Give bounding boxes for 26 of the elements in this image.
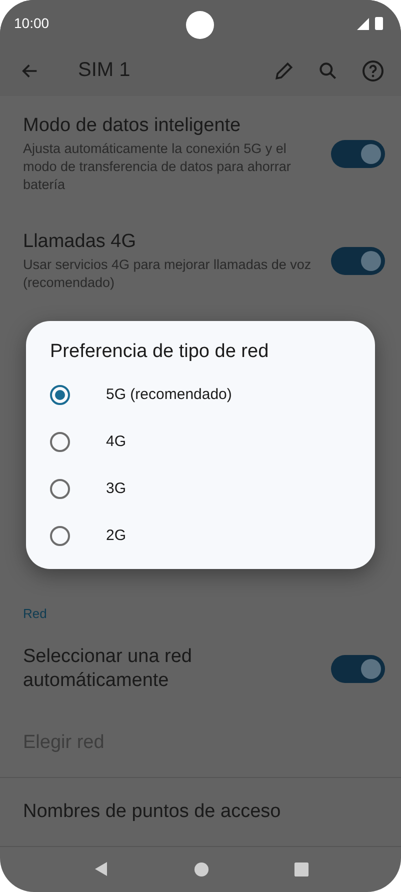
status-time: 10:00: [14, 14, 50, 31]
camera-cutout: [186, 11, 214, 39]
option-label: 5G (recomendado): [106, 386, 232, 403]
radio-option[interactable]: 4G: [26, 418, 375, 465]
dialog-title: Preferencia de tipo de red: [49, 341, 270, 364]
radio-button[interactable]: [50, 526, 70, 546]
radio-option[interactable]: 3G: [26, 465, 375, 512]
app-bar-title: SIM 1: [78, 59, 132, 82]
radio-button[interactable]: [50, 384, 70, 404]
setting-title: Nombres de puntos de acceso: [23, 800, 282, 824]
option-label: 2G: [106, 527, 126, 544]
toggle-switch[interactable]: [331, 140, 385, 168]
toggle-switch[interactable]: [331, 654, 385, 683]
setting-title: Modo de datos inteligente: [23, 114, 242, 138]
radio-option[interactable]: 2G: [26, 512, 375, 559]
setting-title: Llamadas 4G: [23, 230, 138, 254]
radio-button[interactable]: [50, 432, 70, 452]
setting-summary: Ajusta automáticamente la conexión 5G y el modo de transferencia de datos para ahorrar batería: [23, 140, 292, 194]
setting-summary: Usar servicios 4G para mejorar llamadas de voz (recomendado): [23, 256, 312, 292]
radio-option[interactable]: 5G (recomendado): [26, 371, 375, 418]
radio-button[interactable]: [50, 478, 70, 498]
setting-title: Seleccionar una red automáticamente: [23, 644, 193, 693]
section-header: Red: [22, 604, 48, 623]
option-label: 4G: [106, 433, 126, 450]
option-label: 3G: [106, 480, 126, 497]
toggle-switch[interactable]: [331, 247, 385, 276]
